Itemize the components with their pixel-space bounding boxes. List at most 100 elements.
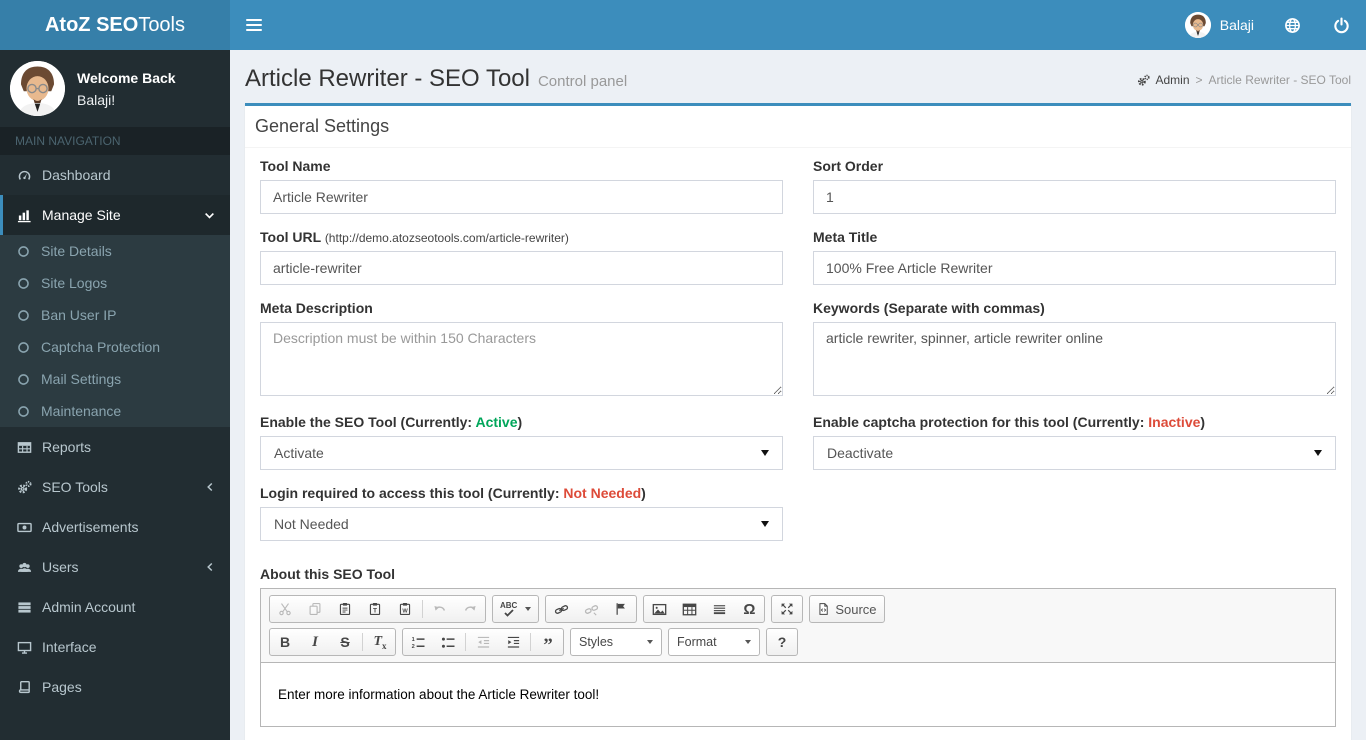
desktop-icon [17,641,31,654]
cut-button[interactable] [270,596,300,622]
sidebar-item-captcha-protection[interactable]: Captcha Protection [0,331,230,363]
numbered-list-button[interactable]: 12 [403,629,433,655]
server-icon [17,601,31,613]
sidebar-item-manage-site[interactable]: Manage Site [0,195,230,235]
flag-icon [616,603,626,615]
keywords-textarea[interactable]: article rewriter, spinner, article rewri… [813,322,1336,396]
increase-indent-button[interactable] [498,629,528,655]
welcome-username: Balaji! [77,91,116,108]
bar-chart-icon [17,209,31,222]
anchor-button[interactable] [606,596,636,622]
table-icon [682,603,697,615]
power-icon [1334,17,1349,33]
breadcrumb-current: Article Rewriter - SEO Tool [1208,73,1351,87]
format-dropdown[interactable]: Format [668,628,760,656]
tool-url-input[interactable] [260,251,783,285]
language-button[interactable] [1268,0,1317,50]
enable-tool-select[interactable]: Activate [260,436,783,470]
source-button-label: Source [835,601,877,617]
about-editor-button[interactable]: ? [767,629,797,655]
spell-check-button[interactable]: ABC [493,596,538,622]
tool-name-input[interactable] [260,180,783,214]
special-char-button[interactable]: Ω [734,596,764,622]
sidebar-item-users[interactable]: Users [0,547,230,587]
bold-button[interactable]: B [270,629,300,655]
styles-dropdown-label: Styles [579,635,614,649]
redo-button[interactable] [455,596,485,622]
user-name: Balaji [1219,17,1254,33]
status-inactive: Inactive [1148,414,1201,430]
undo-button[interactable] [425,596,455,622]
check-icon [504,608,514,617]
link-button[interactable] [546,596,576,622]
content-wrapper: Article Rewriter - SEO Tool Control pane… [230,50,1366,740]
blockquote-button[interactable]: ” [533,629,563,655]
hamburger-icon[interactable] [230,0,278,50]
meta-description-label: Meta Description [260,300,373,316]
sidebar: Welcome Back Balaji! MAIN NAVIGATION Das… [0,50,230,740]
sidebar-item-pages[interactable]: Pages [0,667,230,707]
italic-icon: I [312,633,318,650]
horizontal-line-button[interactable] [704,596,734,622]
paste-from-word-button[interactable]: W [390,596,420,622]
circle-o-icon [18,245,29,257]
remove-format-button[interactable]: Tx [365,629,395,655]
maximize-button[interactable] [772,596,802,622]
meta-description-textarea[interactable] [260,322,783,396]
user-menu[interactable]: Balaji [1171,0,1268,50]
undo-icon [434,606,446,611]
table-button[interactable] [674,596,704,622]
source-button[interactable]: Source [810,596,883,622]
caret-down-icon [647,640,653,644]
bullet-list-button[interactable] [433,629,463,655]
captcha-select[interactable]: Deactivate [813,436,1336,470]
paste-button[interactable] [330,596,360,622]
avatar [1184,12,1211,38]
sidebar-item-mail-settings[interactable]: Mail Settings [0,363,230,395]
image-button[interactable] [644,596,674,622]
decrease-indent-button[interactable] [468,629,498,655]
main-header: AtoZ SEO Tools Balaji [0,0,1366,50]
table-icon [17,441,31,453]
sidebar-item-site-logos[interactable]: Site Logos [0,267,230,299]
sidebar-item-admin-account[interactable]: Admin Account [0,587,230,627]
bullet-list-icon [441,637,454,648]
sidebar-item-label: Pages [42,679,82,695]
logo-text-light: Tools [138,13,186,36]
nav-section-header: MAIN NAVIGATION [0,127,230,155]
captcha-label: Enable captcha protection for this tool … [813,414,1206,430]
breadcrumb-admin[interactable]: Admin [1137,73,1190,87]
logout-button[interactable] [1317,0,1366,50]
breadcrumb-separator: > [1195,73,1203,87]
copy-button[interactable] [300,596,330,622]
editor-content[interactable]: Enter more information about the Article… [261,663,1335,726]
strikethrough-button[interactable]: S [330,629,360,655]
top-navbar: Balaji [230,0,1366,50]
app-logo[interactable]: AtoZ SEO Tools [0,0,230,50]
outdent-icon [477,636,489,648]
horizontal-line-icon [713,604,725,614]
styles-dropdown[interactable]: Styles [570,628,662,656]
login-required-select[interactable]: Not Needed [260,507,783,541]
sidebar-item-interface[interactable]: Interface [0,627,230,667]
paste-word-icon: W [399,603,411,615]
caret-down-icon [745,640,751,644]
bold-icon: B [279,634,291,650]
sidebar-item-ban-user-ip[interactable]: Ban User IP [0,299,230,331]
sort-order-input[interactable] [813,180,1336,214]
meta-title-input[interactable] [813,251,1336,285]
chevron-down-icon [205,212,214,219]
sidebar-item-site-details[interactable]: Site Details [0,235,230,267]
italic-button[interactable]: I [300,629,330,655]
sidebar-item-dashboard[interactable]: Dashboard [0,155,230,195]
sidebar-item-advertisements[interactable]: Advertisements [0,507,230,547]
sidebar-item-maintenance[interactable]: Maintenance [0,395,230,427]
unlink-button[interactable] [576,596,606,622]
tool-name-label: Tool Name [260,158,331,174]
sidebar-item-reports[interactable]: Reports [0,427,230,467]
paste-as-text-button[interactable]: T [360,596,390,622]
sidebar-item-seo-tools[interactable]: SEO Tools [0,467,230,507]
general-settings-panel: General Settings Tool Name Sort Order [245,103,1351,740]
circle-o-icon [18,341,29,353]
sidebar-item-label: Dashboard [42,167,111,183]
